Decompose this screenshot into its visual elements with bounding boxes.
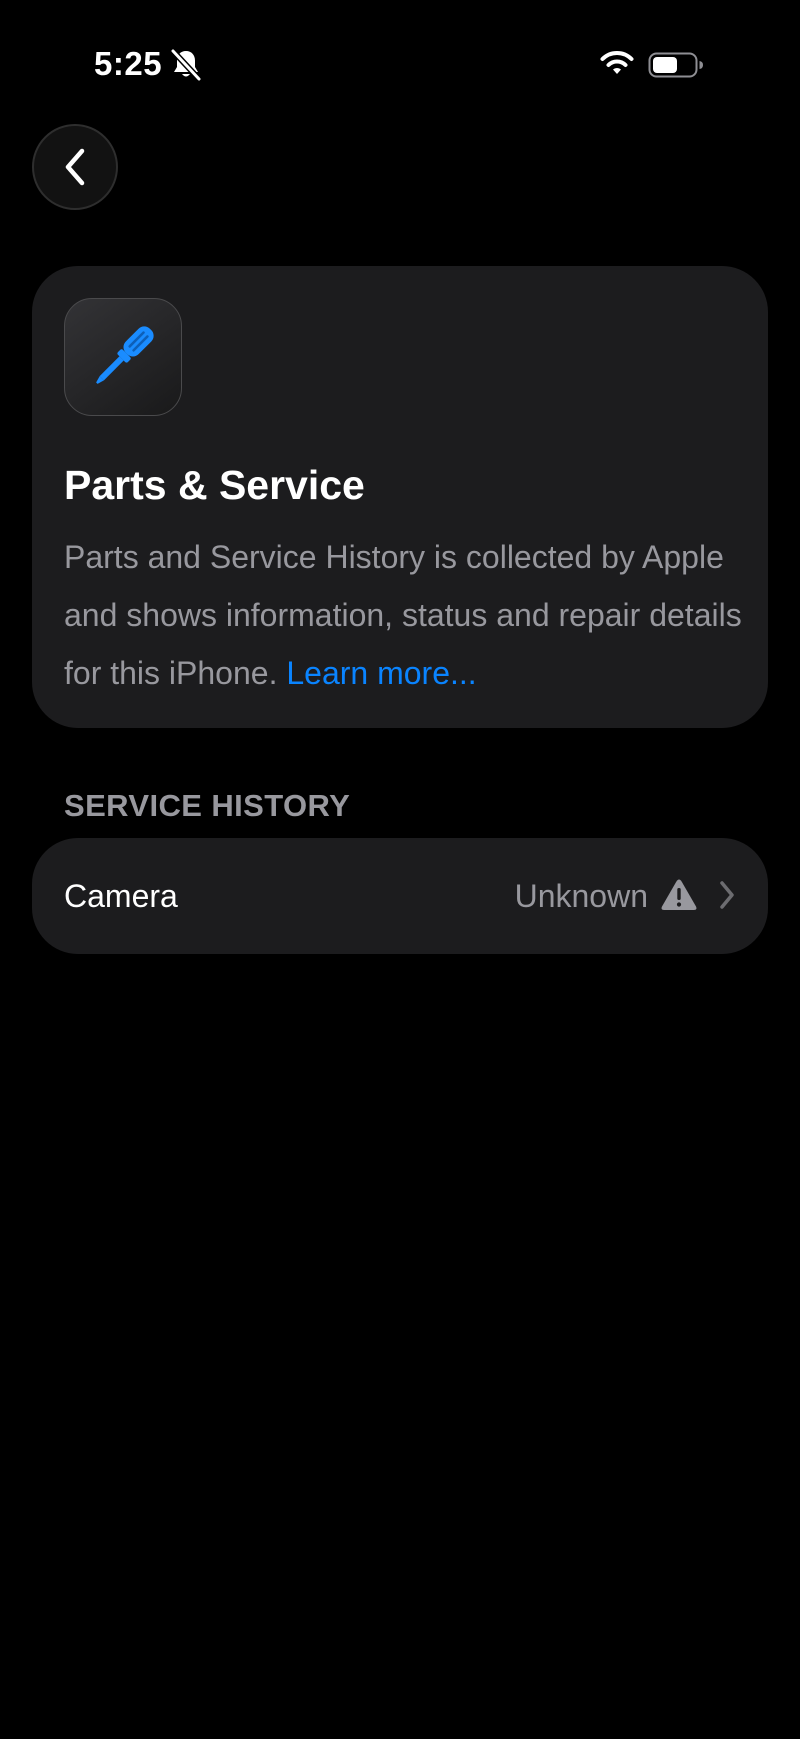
status-time: 5:25 [94, 45, 163, 82]
battery-icon [648, 52, 703, 78]
card-title: Parts & Service [64, 462, 365, 508]
camera-row[interactable]: Camera Unknown [32, 838, 768, 954]
chevron-right-icon [720, 881, 734, 909]
card-description: Parts and Service History is collected b… [64, 528, 744, 702]
status-bar: 5:25 [0, 0, 800, 130]
chevron-left-icon [65, 148, 85, 186]
parts-service-card: Parts & Service Parts and Service Histor… [32, 266, 768, 728]
learn-more-link[interactable]: Learn more... [286, 655, 476, 691]
row-status-value: Unknown [514, 878, 648, 914]
row-label: Camera [64, 878, 178, 914]
bell-slash-icon [170, 48, 202, 82]
back-button[interactable] [32, 124, 118, 210]
screwdriver-icon [96, 326, 154, 384]
section-header: SERVICE HISTORY [64, 788, 351, 823]
app-icon [64, 298, 182, 416]
wifi-icon [600, 51, 634, 74]
warning-icon [661, 879, 697, 910]
